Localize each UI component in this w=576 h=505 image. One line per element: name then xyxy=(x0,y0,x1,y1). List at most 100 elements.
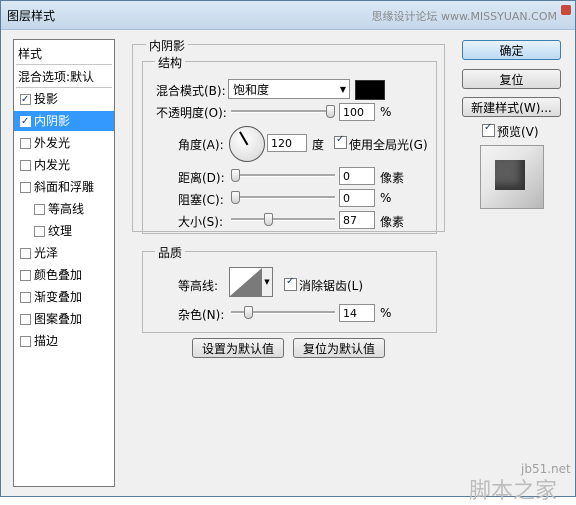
distance-slider[interactable] xyxy=(231,169,335,182)
preview-checkbox[interactable] xyxy=(482,122,495,137)
pattern-overlay-checkbox[interactable] xyxy=(20,314,31,325)
close-icon[interactable] xyxy=(561,5,571,15)
preview-label: 预览(V) xyxy=(497,125,539,139)
opacity-label: 不透明度(O): xyxy=(156,106,227,120)
contour-picker[interactable] xyxy=(229,267,263,297)
satin-checkbox[interactable] xyxy=(20,248,31,259)
sidebar-item-label: 斜面和浮雕 xyxy=(34,180,95,194)
sidebar-item-label: 等高线 xyxy=(48,202,85,216)
choke-input[interactable]: 0 xyxy=(339,189,375,207)
structure-title: 结构 xyxy=(155,54,186,71)
angle-indicator xyxy=(239,131,249,146)
sidebar-item-color-overlay[interactable]: 颜色叠加 xyxy=(14,265,114,285)
choke-slider[interactable] xyxy=(231,191,335,204)
size-slider[interactable] xyxy=(231,213,335,226)
sidebar-item-label: 光泽 xyxy=(34,246,59,260)
chevron-down-icon: ▼ xyxy=(264,278,270,286)
texture-checkbox[interactable] xyxy=(34,226,45,237)
noise-unit: % xyxy=(380,306,392,320)
slider-thumb[interactable] xyxy=(231,169,240,182)
inner-glow-checkbox[interactable] xyxy=(20,160,31,171)
stroke-checkbox[interactable] xyxy=(20,336,31,347)
noise-slider[interactable] xyxy=(231,306,335,319)
noise-input[interactable]: 14 xyxy=(339,304,375,322)
distance-input[interactable]: 0 xyxy=(339,167,375,185)
sidebar-item-stroke[interactable]: 描边 xyxy=(14,331,114,351)
sidebar-item-outer-glow[interactable]: 外发光 xyxy=(14,133,114,153)
logo-watermark: 脚本之家 xyxy=(469,479,558,504)
angle-label: 角度(A): xyxy=(178,138,224,152)
preview-thumbnail xyxy=(495,160,525,190)
opacity-slider[interactable] xyxy=(231,105,335,118)
distance-label: 距离(D): xyxy=(178,171,225,185)
reset-button[interactable]: 复位 xyxy=(462,69,561,89)
title-bar[interactable]: 图层样式 思缘设计论坛 www.MISSYUAN.COM xyxy=(1,1,575,30)
angle-dial[interactable] xyxy=(229,126,265,162)
style-preview xyxy=(480,145,544,209)
contour-dropdown-button[interactable]: ▼ xyxy=(262,267,273,297)
contour-curve-icon xyxy=(230,268,262,296)
new-style-button[interactable]: 新建样式(W)... xyxy=(462,97,561,117)
size-unit: 像素 xyxy=(380,215,405,229)
sidebar-divider xyxy=(16,64,112,65)
slider-track xyxy=(231,110,335,113)
slider-thumb[interactable] xyxy=(326,105,335,118)
sidebar-item-contour[interactable]: 等高线 xyxy=(14,199,114,219)
sidebar-item-label: 渐变叠加 xyxy=(34,290,83,304)
contour-checkbox[interactable] xyxy=(34,204,45,215)
sidebar-item-label: 描边 xyxy=(34,334,59,348)
slider-thumb[interactable] xyxy=(264,213,273,226)
sidebar-header: 样式 xyxy=(18,47,43,61)
blend-mode-value: 饱和度 xyxy=(233,83,270,97)
dialog-title: 图层样式 xyxy=(7,9,56,23)
opacity-unit: % xyxy=(380,105,392,119)
sidebar-item-inner-glow[interactable]: 内发光 xyxy=(14,155,114,175)
blend-mode-label: 混合模式(B): xyxy=(156,84,226,98)
shadow-color-swatch[interactable] xyxy=(355,80,385,100)
sidebar-item-texture[interactable]: 纹理 xyxy=(14,221,114,241)
watermark-text: 思缘设计论坛 www.MISSYUAN.COM xyxy=(371,10,557,23)
inner-shadow-checkbox[interactable] xyxy=(20,112,31,132)
inner-shadow-title: 内阴影 xyxy=(146,37,189,54)
sidebar-item-label: 外发光 xyxy=(34,136,71,150)
make-default-button[interactable]: 设置为默认值 xyxy=(192,338,284,358)
slider-track xyxy=(231,196,335,199)
color-overlay-checkbox[interactable] xyxy=(20,270,31,281)
antialias-checkbox[interactable] xyxy=(284,276,297,291)
reset-default-button[interactable]: 复位为默认值 xyxy=(293,338,385,358)
sidebar-item-pattern-overlay[interactable]: 图案叠加 xyxy=(14,309,114,329)
slider-track xyxy=(231,218,335,221)
sidebar-divider xyxy=(16,87,112,88)
noise-label: 杂色(N): xyxy=(178,308,225,322)
contour-label: 等高线: xyxy=(178,279,219,293)
size-input[interactable]: 87 xyxy=(339,211,375,229)
distance-unit: 像素 xyxy=(380,171,405,185)
sidebar-item-satin[interactable]: 光泽 xyxy=(14,243,114,263)
opacity-input[interactable]: 100 xyxy=(339,103,375,121)
outer-glow-checkbox[interactable] xyxy=(20,138,31,149)
sidebar-item-blend-options[interactable]: 混合选项:默认 xyxy=(18,67,118,87)
sidebar-item-label: 图案叠加 xyxy=(34,312,83,326)
slider-track xyxy=(231,174,335,177)
styles-sidebar: 样式 混合选项:默认 投影 内阴影 外发光 内发光 斜面和浮雕 等高线 xyxy=(13,39,115,487)
size-label: 大小(S): xyxy=(178,215,224,229)
ok-button[interactable]: 确定 xyxy=(462,40,561,60)
sidebar-item-gradient-overlay[interactable]: 渐变叠加 xyxy=(14,287,114,307)
slider-thumb[interactable] xyxy=(244,306,253,319)
quality-title: 品质 xyxy=(155,244,186,261)
choke-label: 阻塞(C): xyxy=(178,193,224,207)
gradient-overlay-checkbox[interactable] xyxy=(20,292,31,303)
drop-shadow-checkbox[interactable] xyxy=(20,90,31,110)
global-light-checkbox[interactable] xyxy=(334,134,347,149)
sidebar-item-label: 内发光 xyxy=(34,158,71,172)
sidebar-item-label: 投影 xyxy=(34,92,59,106)
bevel-emboss-checkbox[interactable] xyxy=(20,182,31,193)
sidebar-item-drop-shadow[interactable]: 投影 xyxy=(14,89,114,110)
chevron-down-icon: ▼ xyxy=(339,85,346,94)
angle-input[interactable]: 120 xyxy=(267,134,307,152)
slider-thumb[interactable] xyxy=(231,191,240,204)
angle-unit: 度 xyxy=(312,138,325,152)
blend-mode-select[interactable]: 饱和度 ▼ xyxy=(228,79,350,99)
sidebar-item-bevel-emboss[interactable]: 斜面和浮雕 xyxy=(14,177,114,197)
sidebar-item-inner-shadow[interactable]: 内阴影 xyxy=(14,111,114,132)
